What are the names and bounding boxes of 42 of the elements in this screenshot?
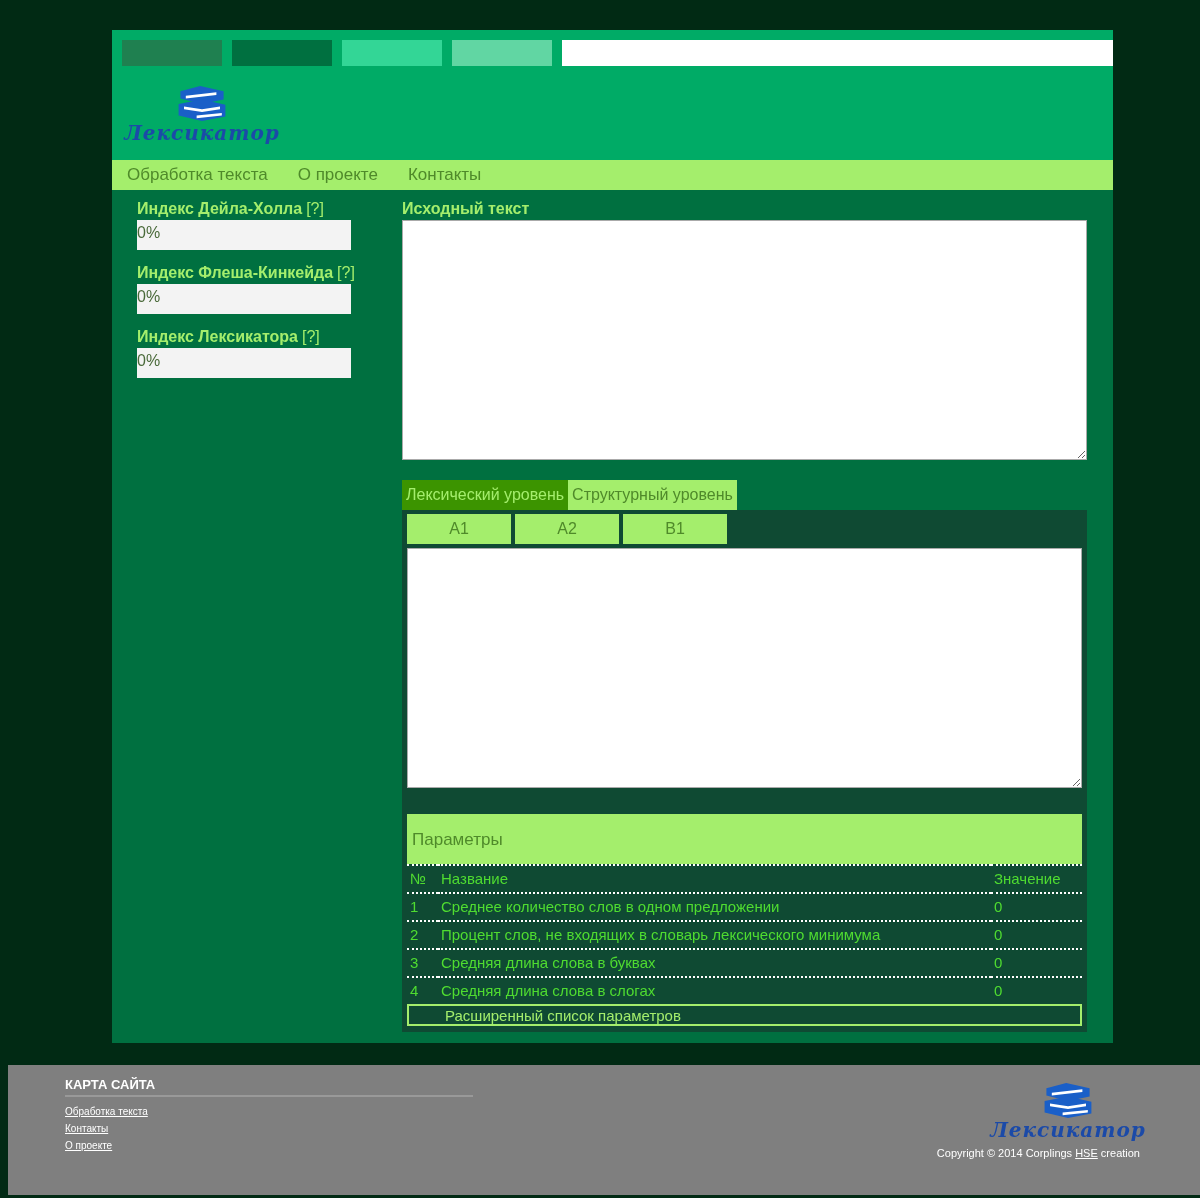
level-tab[interactable]: Структурный уровень <box>568 480 737 510</box>
footer-link[interactable]: О проекте <box>65 1137 473 1154</box>
level-button[interactable]: B1 <box>623 514 727 544</box>
level-button[interactable]: A2 <box>515 514 619 544</box>
help-link[interactable]: [?] <box>337 264 355 282</box>
copyright-text: Copyright © 2014 Corplings HSE creation <box>936 1147 1140 1159</box>
table-cell: Средняя длина слова в буквах <box>438 949 991 977</box>
table-cell: 3 <box>407 949 438 977</box>
column-header: Значение <box>991 865 1082 893</box>
index-label: Индекс Лексикатора <box>137 328 298 346</box>
copyright-link[interactable]: HSE <box>1075 1147 1098 1159</box>
source-text-field[interactable] <box>402 220 1087 460</box>
level-tab[interactable]: Лексический уровень <box>402 480 569 510</box>
table-cell: Процент слов, не входящих в словарь лексического минимума <box>438 921 991 949</box>
result-text-field[interactable] <box>407 548 1082 788</box>
help-link[interactable]: [?] <box>302 328 320 346</box>
source-label: Исходный текст <box>402 200 531 218</box>
table-cell: 2 <box>407 921 438 949</box>
table-cell: 1 <box>407 893 438 921</box>
index-label: Индекс Дейла-Холла <box>137 200 303 218</box>
sitemap-title: КАРТА САЙТА <box>65 1077 473 1097</box>
column-header: Название <box>438 865 991 893</box>
expand-button[interactable]: Расширенный список параметров <box>407 1004 1082 1026</box>
help-link[interactable]: [?] <box>306 200 324 218</box>
logo-text: Лексикатор <box>990 1119 1146 1141</box>
index-field: 0% <box>137 220 351 250</box>
table-cell: 0 <box>991 893 1082 921</box>
parameters-header: Параметры <box>407 814 1082 864</box>
index-label: Индекс Флеша-Кинкейда <box>137 264 334 282</box>
table-cell: 0 <box>991 921 1082 949</box>
table-cell: 0 <box>991 949 1082 977</box>
nav-link[interactable]: Обработка текста <box>127 165 268 185</box>
index-field: 0% <box>137 348 351 378</box>
nav-link[interactable]: О проекте <box>297 165 378 185</box>
index-field: 0% <box>137 284 351 314</box>
level-button[interactable]: A1 <box>407 514 511 544</box>
table-cell: Среднее количество слов в одном предложении <box>438 893 991 921</box>
footer-link[interactable]: Контакты <box>65 1120 473 1137</box>
nav-link[interactable]: Контакты <box>407 165 482 185</box>
footer-link[interactable]: Обработка текста <box>65 1103 473 1120</box>
column-header: № <box>407 865 438 893</box>
logo-text: Лексикатор <box>124 122 280 144</box>
